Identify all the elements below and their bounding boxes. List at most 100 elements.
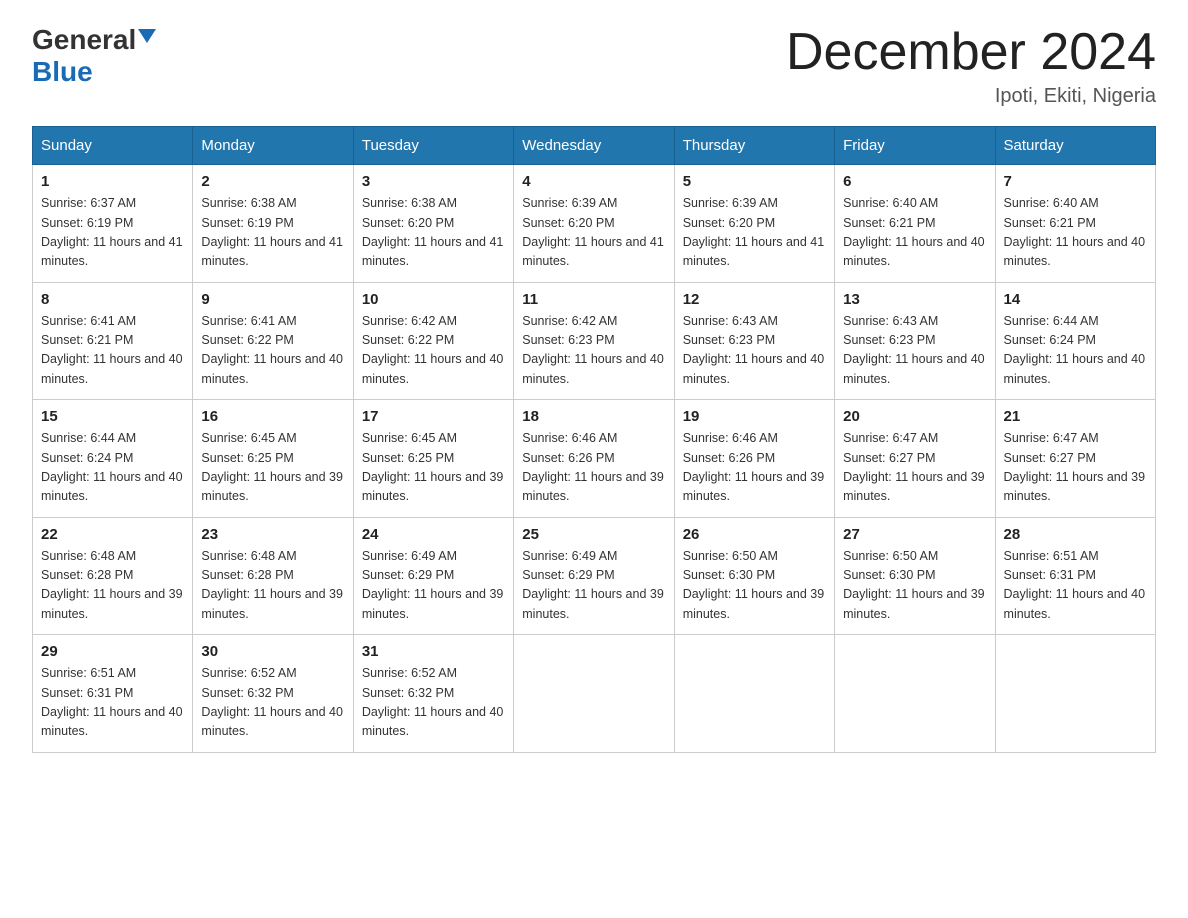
table-row: 13Sunrise: 6:43 AMSunset: 6:23 PMDayligh… — [835, 282, 995, 400]
calendar-table: Sunday Monday Tuesday Wednesday Thursday… — [32, 126, 1156, 753]
table-row: 4 Sunrise: 6:39 AMSunset: 6:20 PMDaylight… — [514, 165, 674, 283]
day-number: 26 — [683, 526, 826, 543]
day-info: Sunrise: 6:50 AMSunset: 6:30 PMDaylight:… — [843, 547, 986, 625]
day-number: 14 — [1004, 291, 1147, 308]
day-info: Sunrise: 6:44 AMSunset: 6:24 PMDaylight:… — [1004, 312, 1147, 390]
day-info: Sunrise: 6:49 AMSunset: 6:29 PMDaylight:… — [522, 547, 665, 625]
day-info: Sunrise: 6:41 AMSunset: 6:21 PMDaylight:… — [41, 312, 184, 390]
table-row: 31Sunrise: 6:52 AMSunset: 6:32 PMDayligh… — [353, 635, 513, 753]
day-info: Sunrise: 6:40 AMSunset: 6:21 PMDaylight:… — [1004, 194, 1147, 272]
day-info: Sunrise: 6:43 AMSunset: 6:23 PMDaylight:… — [683, 312, 826, 390]
day-number: 31 — [362, 643, 505, 660]
day-number: 7 — [1004, 173, 1147, 190]
calendar-week-row: 8 Sunrise: 6:41 AMSunset: 6:21 PMDaylight… — [33, 282, 1156, 400]
day-number: 12 — [683, 291, 826, 308]
day-info: Sunrise: 6:48 AMSunset: 6:28 PMDaylight:… — [41, 547, 184, 625]
logo: General Blue — [32, 24, 158, 88]
calendar-week-row: 15Sunrise: 6:44 AMSunset: 6:24 PMDayligh… — [33, 400, 1156, 518]
day-number: 6 — [843, 173, 986, 190]
day-info: Sunrise: 6:38 AMSunset: 6:20 PMDaylight:… — [362, 194, 505, 272]
day-info: Sunrise: 6:40 AMSunset: 6:21 PMDaylight:… — [843, 194, 986, 272]
day-number: 3 — [362, 173, 505, 190]
day-info: Sunrise: 6:50 AMSunset: 6:30 PMDaylight:… — [683, 547, 826, 625]
table-row: 21Sunrise: 6:47 AMSunset: 6:27 PMDayligh… — [995, 400, 1155, 518]
table-row: 14 Sunrise: 6:44 AMSunset: 6:24 PMDayligh… — [995, 282, 1155, 400]
day-number: 20 — [843, 408, 986, 425]
day-info: Sunrise: 6:46 AMSunset: 6:26 PMDaylight:… — [522, 429, 665, 507]
table-row: 7 Sunrise: 6:40 AMSunset: 6:21 PMDaylight… — [995, 165, 1155, 283]
month-title: December 2024 — [786, 24, 1156, 81]
day-info: Sunrise: 6:46 AMSunset: 6:26 PMDaylight:… — [683, 429, 826, 507]
table-row: 9 Sunrise: 6:41 AMSunset: 6:22 PMDaylight… — [193, 282, 353, 400]
table-row: 8 Sunrise: 6:41 AMSunset: 6:21 PMDaylight… — [33, 282, 193, 400]
day-info: Sunrise: 6:47 AMSunset: 6:27 PMDaylight:… — [843, 429, 986, 507]
day-number: 15 — [41, 408, 184, 425]
col-monday: Monday — [193, 127, 353, 165]
calendar-header-row: Sunday Monday Tuesday Wednesday Thursday… — [33, 127, 1156, 165]
day-info: Sunrise: 6:39 AMSunset: 6:20 PMDaylight:… — [683, 194, 826, 272]
page-header: General Blue December 2024 Ipoti, Ekiti,… — [32, 24, 1156, 108]
day-number: 5 — [683, 173, 826, 190]
table-row: 17Sunrise: 6:45 AMSunset: 6:25 PMDayligh… — [353, 400, 513, 518]
day-number: 19 — [683, 408, 826, 425]
col-friday: Friday — [835, 127, 995, 165]
day-number: 11 — [522, 291, 665, 308]
table-row: 5 Sunrise: 6:39 AMSunset: 6:20 PMDaylight… — [674, 165, 834, 283]
table-row: 6 Sunrise: 6:40 AMSunset: 6:21 PMDaylight… — [835, 165, 995, 283]
day-number: 23 — [201, 526, 344, 543]
day-number: 1 — [41, 173, 184, 190]
day-number: 8 — [41, 291, 184, 308]
day-number: 21 — [1004, 408, 1147, 425]
calendar-week-row: 29 Sunrise: 6:51 AMSunset: 6:31 PMDayligh… — [33, 635, 1156, 753]
day-info: Sunrise: 6:49 AMSunset: 6:29 PMDaylight:… — [362, 547, 505, 625]
table-row: 16Sunrise: 6:45 AMSunset: 6:25 PMDayligh… — [193, 400, 353, 518]
table-row: 30Sunrise: 6:52 AMSunset: 6:32 PMDayligh… — [193, 635, 353, 753]
day-number: 27 — [843, 526, 986, 543]
day-info: Sunrise: 6:51 AMSunset: 6:31 PMDaylight:… — [41, 664, 184, 742]
day-number: 2 — [201, 173, 344, 190]
day-number: 13 — [843, 291, 986, 308]
table-row: 28 Sunrise: 6:51 AMSunset: 6:31 PMDayligh… — [995, 517, 1155, 635]
table-row: 1 Sunrise: 6:37 AMSunset: 6:19 PMDaylight… — [33, 165, 193, 283]
table-row — [995, 635, 1155, 753]
day-number: 29 — [41, 643, 184, 660]
calendar-week-row: 1 Sunrise: 6:37 AMSunset: 6:19 PMDaylight… — [33, 165, 1156, 283]
calendar-week-row: 22 Sunrise: 6:48 AMSunset: 6:28 PMDayligh… — [33, 517, 1156, 635]
table-row — [835, 635, 995, 753]
day-info: Sunrise: 6:51 AMSunset: 6:31 PMDaylight:… — [1004, 547, 1147, 625]
table-row: 23 Sunrise: 6:48 AMSunset: 6:28 PMDayligh… — [193, 517, 353, 635]
table-row: 15Sunrise: 6:44 AMSunset: 6:24 PMDayligh… — [33, 400, 193, 518]
col-tuesday: Tuesday — [353, 127, 513, 165]
day-number: 9 — [201, 291, 344, 308]
day-number: 25 — [522, 526, 665, 543]
day-info: Sunrise: 6:42 AMSunset: 6:23 PMDaylight:… — [522, 312, 665, 390]
table-row: 18Sunrise: 6:46 AMSunset: 6:26 PMDayligh… — [514, 400, 674, 518]
table-row: 29 Sunrise: 6:51 AMSunset: 6:31 PMDayligh… — [33, 635, 193, 753]
logo-blue-text: Blue — [32, 56, 93, 88]
day-number: 28 — [1004, 526, 1147, 543]
day-info: Sunrise: 6:48 AMSunset: 6:28 PMDaylight:… — [201, 547, 344, 625]
table-row: 20 Sunrise: 6:47 AMSunset: 6:27 PMDayligh… — [835, 400, 995, 518]
logo-general-text: General — [32, 24, 136, 56]
col-thursday: Thursday — [674, 127, 834, 165]
day-info: Sunrise: 6:38 AMSunset: 6:19 PMDaylight:… — [201, 194, 344, 272]
col-sunday: Sunday — [33, 127, 193, 165]
table-row — [674, 635, 834, 753]
table-row: 22 Sunrise: 6:48 AMSunset: 6:28 PMDayligh… — [33, 517, 193, 635]
day-number: 4 — [522, 173, 665, 190]
table-row: 24Sunrise: 6:49 AMSunset: 6:29 PMDayligh… — [353, 517, 513, 635]
table-row: 12 Sunrise: 6:43 AMSunset: 6:23 PMDayligh… — [674, 282, 834, 400]
day-info: Sunrise: 6:41 AMSunset: 6:22 PMDaylight:… — [201, 312, 344, 390]
day-number: 22 — [41, 526, 184, 543]
table-row: 19 Sunrise: 6:46 AMSunset: 6:26 PMDayligh… — [674, 400, 834, 518]
day-info: Sunrise: 6:37 AMSunset: 6:19 PMDaylight:… — [41, 194, 184, 272]
day-info: Sunrise: 6:39 AMSunset: 6:20 PMDaylight:… — [522, 194, 665, 272]
day-info: Sunrise: 6:42 AMSunset: 6:22 PMDaylight:… — [362, 312, 505, 390]
col-wednesday: Wednesday — [514, 127, 674, 165]
day-number: 17 — [362, 408, 505, 425]
day-info: Sunrise: 6:52 AMSunset: 6:32 PMDaylight:… — [201, 664, 344, 742]
location: Ipoti, Ekiti, Nigeria — [786, 85, 1156, 108]
table-row — [514, 635, 674, 753]
logo-arrow-icon — [136, 25, 158, 52]
table-row: 11 Sunrise: 6:42 AMSunset: 6:23 PMDayligh… — [514, 282, 674, 400]
